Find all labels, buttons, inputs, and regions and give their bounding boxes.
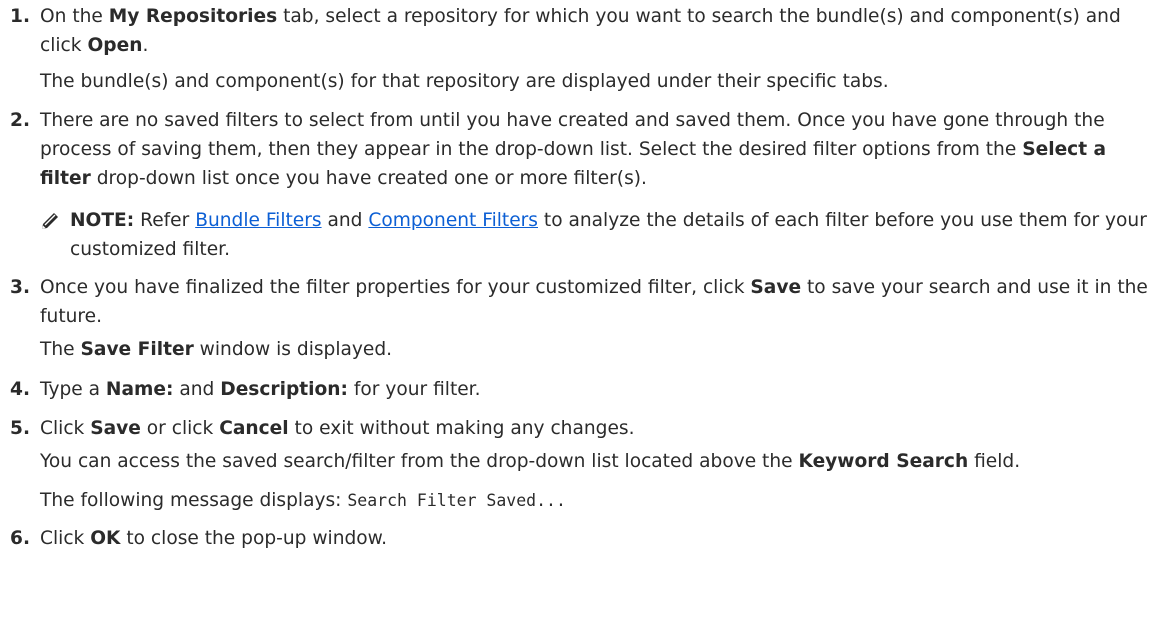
- procedure-steps: 1. On the My Repositories tab, select a …: [0, 2, 1163, 565]
- link-component-filters[interactable]: Component Filters: [368, 210, 538, 231]
- step-number: 5.: [10, 418, 31, 439]
- step-message: The following message displays: Search F…: [40, 490, 566, 511]
- ui-term-open: Open: [87, 35, 143, 56]
- step-text: Click OK to close the pop-up window.: [40, 528, 388, 549]
- step-result: The bundle(s) and component(s) for that …: [40, 71, 889, 92]
- step-result: The Save Filter window is displayed.: [40, 339, 393, 360]
- step-4: 4. Type a Name: and Description: for you…: [0, 375, 1163, 404]
- step-2: 2. There are no saved filters to select …: [0, 106, 1163, 264]
- step-text: Click Save or click Cancel to exit witho…: [40, 418, 635, 439]
- step-number: 3.: [10, 277, 31, 298]
- ui-term-description: Description:: [220, 379, 348, 400]
- step-1: 1. On the My Repositories tab, select a …: [0, 2, 1163, 96]
- note-text: NOTE: Refer Bundle Filters and Component…: [70, 210, 1147, 260]
- ui-term-save: Save: [750, 277, 802, 298]
- ui-term-my-repositories: My Repositories: [108, 6, 278, 27]
- step-6: 6. Click OK to close the pop-up window.: [0, 524, 1163, 553]
- step-result: You can access the saved search/filter f…: [40, 451, 1021, 472]
- ui-term-keyword-search: Keyword Search: [798, 451, 969, 472]
- pencil-icon: [42, 213, 58, 229]
- ui-term-save: Save: [90, 418, 141, 439]
- note-label: NOTE:: [70, 210, 135, 231]
- ui-term-ok: OK: [90, 528, 121, 549]
- step-5: 5. Click Save or click Cancel to exit wi…: [0, 414, 1163, 515]
- ui-term-cancel: Cancel: [219, 418, 289, 439]
- step-text: Once you have finalized the filter prope…: [40, 277, 1148, 327]
- step-text: On the My Repositories tab, select a rep…: [40, 6, 1121, 56]
- step-3: 3. Once you have finalized the filter pr…: [0, 273, 1163, 364]
- step-text: Type a Name: and Description: for your f…: [40, 379, 481, 400]
- step-number: 2.: [10, 110, 31, 131]
- ui-term-name: Name:: [105, 379, 174, 400]
- ui-term-save-filter: Save Filter: [80, 339, 194, 360]
- link-bundle-filters[interactable]: Bundle Filters: [195, 210, 321, 231]
- note-block: NOTE: Refer Bundle Filters and Component…: [40, 206, 1157, 264]
- step-number: 6.: [10, 528, 31, 549]
- message-code: Search Filter Saved...: [347, 491, 566, 510]
- step-text: There are no saved filters to select fro…: [40, 110, 1107, 189]
- step-number: 1.: [10, 6, 31, 27]
- step-number: 4.: [10, 379, 31, 400]
